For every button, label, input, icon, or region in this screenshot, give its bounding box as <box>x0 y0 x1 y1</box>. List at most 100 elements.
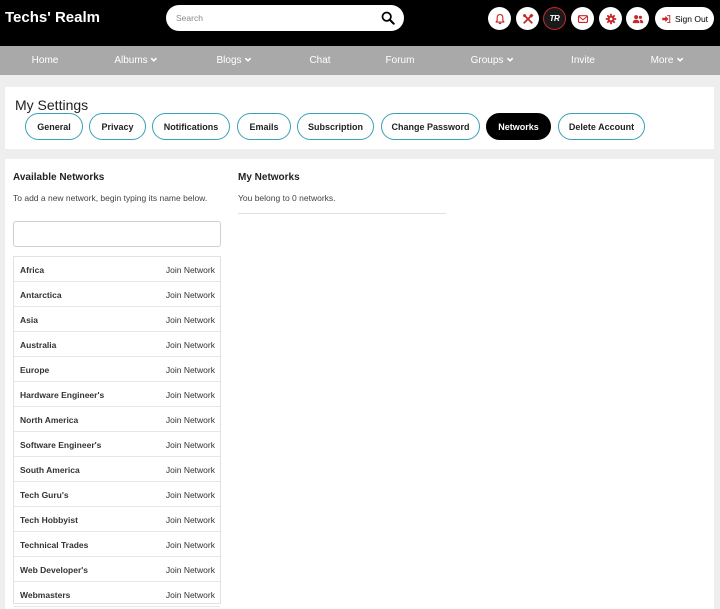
divider <box>238 213 446 214</box>
top-header: Techs' Realm TR <box>0 0 720 46</box>
tools-button[interactable] <box>516 7 539 30</box>
list-item: Tech Guru's Join Network <box>14 482 220 507</box>
available-networks-list: Africa Join Network Antarctica Join Networ… <box>13 256 221 607</box>
chevron-down-icon <box>506 57 514 62</box>
nav-label: Chat <box>309 55 331 66</box>
join-network-link[interactable]: Join Network <box>166 415 215 425</box>
network-name: Europe <box>20 365 50 375</box>
search-box <box>166 5 404 31</box>
nav-item-forum[interactable]: Forum <box>386 46 415 75</box>
network-search-input[interactable] <box>13 221 221 247</box>
search-input[interactable] <box>176 5 376 31</box>
join-network-link[interactable]: Join Network <box>166 465 215 475</box>
tab-subscription[interactable]: Subscription <box>297 113 374 140</box>
sign-out-button[interactable]: Sign Out <box>655 7 714 30</box>
nav-label: Invite <box>571 55 595 66</box>
available-networks-description: To add a new network, begin typing its n… <box>13 193 208 203</box>
list-item: Software Engineer's Join Network <box>14 432 220 457</box>
nav-label: Forum <box>385 55 415 66</box>
networks-panel: Available Networks To add a new network,… <box>5 159 714 609</box>
my-networks-title: My Networks <box>238 172 300 183</box>
tab-privacy[interactable]: Privacy <box>89 113 146 140</box>
list-item: South America Join Network <box>14 457 220 482</box>
network-name: North America <box>20 415 79 425</box>
network-name: Australia <box>20 340 57 350</box>
nav-item-blogs[interactable]: Blogs <box>216 46 252 75</box>
site-logo[interactable]: Techs' Realm <box>5 9 100 26</box>
tab-delete-account[interactable]: Delete Account <box>558 113 645 140</box>
tab-emails[interactable]: Emails <box>237 113 291 140</box>
page-title: My Settings <box>15 97 89 113</box>
list-item: Europe Join Network <box>14 357 220 382</box>
nav-item-groups[interactable]: Groups <box>471 46 514 75</box>
network-name: Asia <box>20 315 38 325</box>
tab-general[interactable]: General <box>25 113 83 140</box>
nav-label: Albums <box>114 55 148 66</box>
nav-label: Groups <box>470 55 504 66</box>
tab-label: Delete Account <box>568 121 635 132</box>
join-network-link[interactable]: Join Network <box>166 265 215 275</box>
tab-change-password[interactable]: Change Password <box>381 113 480 140</box>
list-item: Web Developer's Join Network <box>14 557 220 582</box>
tab-label: Notifications <box>163 121 219 132</box>
tab-notifications[interactable]: Notifications <box>152 113 230 140</box>
sign-out-icon <box>662 14 671 23</box>
settings-panel: My Settings General Privacy Notification… <box>5 87 714 149</box>
nav-item-invite[interactable]: Invite <box>571 46 595 75</box>
tab-label: Change Password <box>391 121 470 132</box>
join-network-link[interactable]: Join Network <box>166 390 215 400</box>
tab-label: Subscription <box>307 121 363 132</box>
join-network-link[interactable]: Join Network <box>166 565 215 575</box>
nav-item-more[interactable]: More <box>651 46 684 75</box>
join-network-link[interactable]: Join Network <box>166 440 215 450</box>
users-icon <box>632 14 643 23</box>
list-item: Hardware Engineer's Join Network <box>14 382 220 407</box>
nav-item-home[interactable]: Home <box>32 46 59 75</box>
network-name: Technical Trades <box>20 540 89 550</box>
search-icon[interactable] <box>381 11 395 25</box>
list-item: Technical Trades Join Network <box>14 532 220 557</box>
my-networks-count: You belong to 0 networks. <box>238 193 336 203</box>
network-name: Web Developer's <box>20 565 88 575</box>
settings-button[interactable] <box>599 7 622 30</box>
nav-item-albums[interactable]: Albums <box>114 46 158 75</box>
list-item: North America Join Network <box>14 407 220 432</box>
chevron-down-icon <box>676 57 684 62</box>
main-nav: Home Albums Blogs Chat Forum Groups Invi… <box>0 46 720 75</box>
network-name: Webmasters <box>20 590 71 600</box>
network-name: Tech Hobbyist <box>20 515 78 525</box>
nav-label: Home <box>31 55 59 66</box>
join-network-link[interactable]: Join Network <box>166 340 215 350</box>
join-network-link[interactable]: Join Network <box>166 490 215 500</box>
list-item: Australia Join Network <box>14 332 220 357</box>
join-network-link[interactable]: Join Network <box>166 290 215 300</box>
notifications-button[interactable] <box>488 7 511 30</box>
tools-icon <box>522 13 533 24</box>
tab-label: Privacy <box>101 121 134 132</box>
list-item: Africa Join Network <box>14 257 220 282</box>
bell-icon <box>495 13 504 24</box>
join-network-link[interactable]: Join Network <box>166 540 215 550</box>
gear-icon <box>605 13 616 24</box>
join-network-link[interactable]: Join Network <box>166 315 215 325</box>
avatar-initials: TR <box>549 14 560 23</box>
join-network-link[interactable]: Join Network <box>166 515 215 525</box>
list-item: Tech Hobbyist Join Network <box>14 507 220 532</box>
list-item: Antarctica Join Network <box>14 282 220 307</box>
friends-button[interactable] <box>626 7 649 30</box>
network-name: South America <box>20 465 80 475</box>
tab-label: General <box>37 121 71 132</box>
network-name: Tech Guru's <box>20 490 69 500</box>
sign-out-label: Sign Out <box>674 13 709 24</box>
chevron-down-icon <box>244 57 252 62</box>
tab-networks[interactable]: Networks <box>486 113 551 140</box>
messages-button[interactable] <box>571 7 594 30</box>
list-item: Webmasters Join Network <box>14 582 220 607</box>
network-name: Software Engineer's <box>20 440 102 450</box>
join-network-link[interactable]: Join Network <box>166 365 215 375</box>
nav-label: More <box>650 55 674 66</box>
nav-label: Blogs <box>216 55 242 66</box>
join-network-link[interactable]: Join Network <box>166 590 215 600</box>
nav-item-chat[interactable]: Chat <box>309 46 330 75</box>
user-avatar[interactable]: TR <box>543 7 566 30</box>
